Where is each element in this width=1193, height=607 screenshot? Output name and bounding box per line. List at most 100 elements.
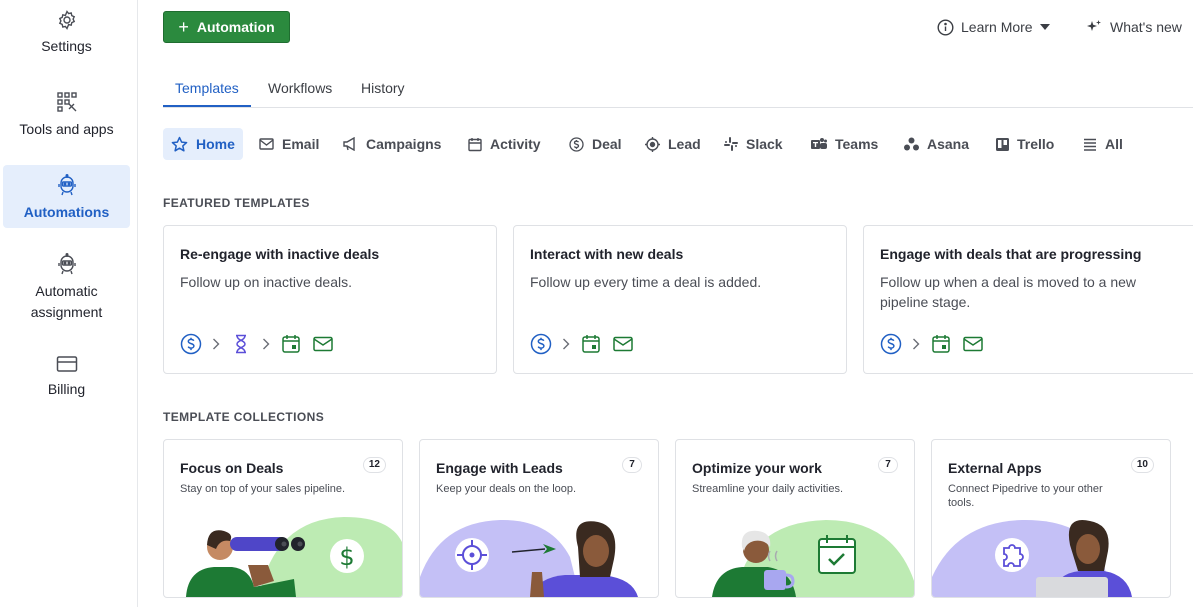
slack-icon <box>724 137 738 151</box>
template-title: Re-engage with inactive deals <box>180 246 380 262</box>
filter-label: Home <box>196 136 235 152</box>
whats-new-label: What's new <box>1110 19 1182 35</box>
sidebar-item-billing[interactable]: Billing <box>3 355 130 405</box>
tab-templates[interactable]: Templates <box>163 72 251 107</box>
sidebar-item-tools-and-apps[interactable]: Tools and apps <box>3 91 130 147</box>
sidebar-item-automations[interactable]: Automations <box>3 165 130 228</box>
chevron-right-icon <box>213 338 220 350</box>
template-count-badge: 7 <box>622 457 642 473</box>
collection-title: External Apps <box>948 460 1042 476</box>
chevron-right-icon <box>263 338 270 350</box>
template-flow <box>880 333 984 355</box>
binoculars-illustration: $ <box>186 517 402 597</box>
template-card[interactable]: Re-engage with inactive deals Follow up … <box>163 225 497 374</box>
deal-dollar-icon <box>180 333 202 355</box>
collection-title: Focus on Deals <box>180 460 284 476</box>
learn-more-label: Learn More <box>961 19 1033 35</box>
filter-lead[interactable]: Lead <box>637 128 709 160</box>
tab-workflows[interactable]: Workflows <box>256 72 344 107</box>
svg-text:$: $ <box>339 543 354 571</box>
activity-calendar-icon <box>582 335 600 353</box>
filter-trello[interactable]: Trello <box>988 128 1062 160</box>
template-card[interactable]: Interact with new deals Follow up every … <box>513 225 847 374</box>
collection-card-engage-with-leads[interactable]: Engage with Leads Keep your deals on the… <box>419 439 659 598</box>
filter-campaigns[interactable]: Campaigns <box>335 128 449 160</box>
template-title: Interact with new deals <box>530 246 684 262</box>
collection-card-focus-on-deals[interactable]: Focus on Deals Stay on top of your sales… <box>163 439 403 598</box>
template-flow <box>180 333 334 355</box>
sidebar-item-automatic-assignment[interactable]: Automatic assignment <box>3 253 130 333</box>
filter-label: Asana <box>927 136 970 152</box>
featured-templates-heading: FEATURED TEMPLATES <box>163 196 310 210</box>
filter-label: Lead <box>668 136 701 152</box>
template-collections-heading: TEMPLATE COLLECTIONS <box>163 410 325 424</box>
filter-all[interactable]: All <box>1075 128 1131 160</box>
collection-description: Connect Pipedrive to your other tools. <box>948 483 1103 509</box>
gear-icon <box>58 10 75 30</box>
filter-label: Campaigns <box>366 136 442 152</box>
tab-bar: Templates Workflows History <box>163 72 1193 108</box>
star-icon <box>171 136 188 152</box>
deal-dollar-icon <box>880 333 902 355</box>
filter-home[interactable]: Home <box>163 128 243 160</box>
email-icon <box>613 336 633 352</box>
whats-new-button[interactable]: What's new <box>1086 16 1182 38</box>
filter-label: Activity <box>490 136 541 152</box>
filter-deal[interactable]: Deal <box>561 128 630 160</box>
template-title: Engage with deals that are progressing <box>880 246 1142 262</box>
collection-description: Streamline your daily activities. <box>692 483 844 495</box>
caret-down-icon <box>1039 24 1050 30</box>
chevron-right-icon <box>913 338 920 350</box>
robot-icon <box>57 174 76 196</box>
sidebar-item-label: Automations <box>23 204 110 220</box>
template-count-badge: 10 <box>1130 457 1154 473</box>
filter-email[interactable]: Email <box>251 128 327 160</box>
email-icon <box>313 336 333 352</box>
sidebar: Settings Tools and apps Automations Auto… <box>0 0 138 607</box>
add-automation-label: Automation <box>196 19 275 35</box>
dollar-icon <box>569 136 584 152</box>
tab-label: History <box>361 80 405 96</box>
laptop-puzzle-illustration <box>932 519 1132 597</box>
add-automation-button[interactable]: + Automation <box>163 11 290 43</box>
sidebar-item-settings[interactable]: Settings <box>3 10 130 66</box>
filter-slack[interactable]: Slack <box>716 128 791 160</box>
template-flow <box>530 333 634 355</box>
filter-activity[interactable]: Activity <box>460 128 549 160</box>
collection-description: Stay on top of your sales pipeline. <box>180 483 346 495</box>
target-icon <box>645 136 660 152</box>
email-icon <box>963 336 983 352</box>
activity-calendar-icon <box>932 335 950 353</box>
megaphone-icon <box>343 137 355 151</box>
tab-label: Templates <box>175 80 239 96</box>
tab-label: Workflows <box>268 80 333 96</box>
template-card[interactable]: Engage with deals that are progressing F… <box>863 225 1193 374</box>
chevron-right-icon <box>563 338 570 350</box>
credit-card-icon <box>56 356 77 372</box>
filter-label: Deal <box>592 136 622 152</box>
sidebar-item-label: Billing <box>47 381 86 397</box>
deal-dollar-icon <box>530 333 552 355</box>
dart-target-illustration <box>420 519 638 597</box>
collection-title: Engage with Leads <box>436 460 563 476</box>
collection-card-optimize-your-work[interactable]: Optimize your work Streamline your daily… <box>675 439 915 598</box>
coffee-calendar-illustration <box>712 520 914 597</box>
collection-title: Optimize your work <box>692 460 822 476</box>
learn-more-dropdown[interactable]: Learn More <box>937 16 1050 38</box>
robot-icon <box>57 253 76 275</box>
hourglass-icon <box>236 334 246 354</box>
template-count-badge: 7 <box>878 457 898 473</box>
filter-teams[interactable]: Teams <box>803 128 886 160</box>
collection-card-external-apps[interactable]: External Apps Connect Pipedrive to your … <box>931 439 1171 598</box>
sidebar-item-label: Settings <box>41 38 92 54</box>
template-description: Follow up when a deal is moved to a new … <box>880 274 1137 310</box>
sidebar-item-label: Tools and apps <box>19 121 114 137</box>
sidebar-item-label: Automatic assignment <box>30 283 103 320</box>
tab-history[interactable]: History <box>349 72 417 107</box>
filter-asana[interactable]: Asana <box>896 128 977 160</box>
filter-label: Email <box>282 136 320 152</box>
filter-label: Slack <box>746 136 783 152</box>
template-description: Follow up every time a deal is added. <box>530 274 762 290</box>
info-icon <box>937 18 954 36</box>
teams-icon <box>811 138 827 149</box>
